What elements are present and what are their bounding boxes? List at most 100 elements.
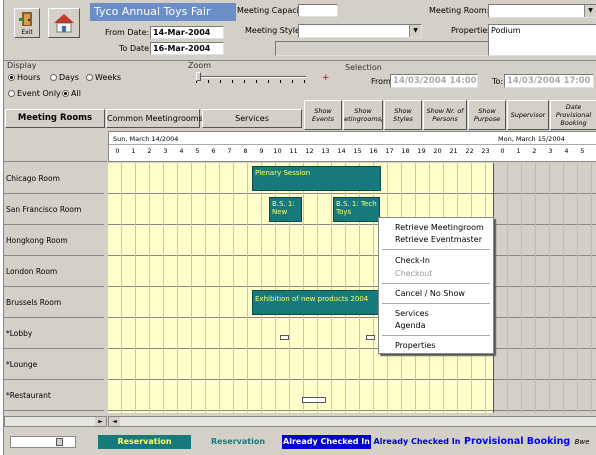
planner-window: Exit Tyco Annual Toys Fair From Date: 14…	[3, 0, 596, 455]
event-bs1-tech-toys[interactable]: B.S. 1: Tech Toys	[333, 197, 380, 222]
hour-label: 7	[227, 147, 232, 155]
event-bs1-new[interactable]: B.S. 1: New	[269, 197, 302, 222]
zoom-in-icon[interactable]: +	[322, 73, 330, 83]
room-row[interactable]: *Lounge	[4, 349, 104, 380]
day-label: Sun, March 14/2004	[113, 135, 179, 143]
chevron-down-icon[interactable]: ▼	[584, 5, 596, 17]
room-row[interactable]: Chicago Room	[4, 163, 104, 194]
hour-label: 5	[580, 147, 585, 155]
menu-item-retrieve-eventmaster[interactable]: Retrieve Eventmaster	[395, 235, 482, 244]
meeting-room-label: Meeting Room:	[429, 6, 490, 15]
zoom-label: Zoom	[188, 61, 212, 70]
hour-label: 0	[115, 147, 120, 155]
room-column-header	[4, 131, 107, 162]
room-row[interactable]: Brussels Room	[4, 287, 104, 318]
event-plenary-session[interactable]: Plenary Session	[252, 166, 381, 191]
menu-item-agenda[interactable]: Agenda	[395, 321, 426, 330]
display-label: Display	[7, 61, 37, 70]
slider-track	[196, 76, 306, 78]
selection-label: Selection	[345, 63, 382, 72]
hour-label: 16	[369, 147, 378, 155]
show-nr-persons-button[interactable]: Show Nr. of Persons	[423, 100, 467, 130]
selection-to-field: 14/03/2004 17:00	[504, 74, 594, 88]
chevron-down-icon[interactable]: ▼	[409, 25, 421, 37]
display-option-days[interactable]: Days	[50, 73, 79, 82]
lobby-marker-icon[interactable]	[366, 335, 375, 340]
date-provisional-booking-button[interactable]: Date Provisional Booking	[550, 100, 596, 130]
room-list-scrollbar[interactable]: ►	[4, 416, 107, 427]
radio-icon	[50, 74, 57, 81]
show-purpose-button[interactable]: Show Purpose	[468, 100, 506, 130]
tab-meeting-rooms[interactable]: Meeting Rooms	[5, 109, 105, 128]
hour-label: 11	[289, 147, 298, 155]
room-row[interactable]: *Restaurant	[4, 380, 104, 411]
menu-item-checkout: Checkout	[395, 269, 433, 278]
hour-label: 3	[163, 147, 168, 155]
exit-label: Exit	[21, 29, 33, 36]
supervisor-button[interactable]: Supervisor	[507, 100, 549, 130]
meeting-notes-field[interactable]	[275, 41, 489, 56]
hour-label: 12	[305, 147, 314, 155]
bottom-slider[interactable]	[10, 436, 76, 448]
menu-item-cancel-no-show[interactable]: Cancel / No Show	[395, 289, 465, 298]
show-styles-button[interactable]: Show Styles	[384, 100, 422, 130]
filter-option-all[interactable]: All	[62, 89, 81, 98]
menu-item-properties[interactable]: Properties	[395, 341, 435, 350]
room-row[interactable]: Hongkong Room	[4, 225, 104, 256]
properties-field[interactable]: Podium	[488, 24, 596, 56]
display-group	[4, 60, 596, 61]
hour-label: 10	[273, 147, 282, 155]
show-meetingrooms-button[interactable]: Show meetingrooms/Ga	[343, 100, 383, 130]
from-date-field[interactable]: 14-Mar-2004	[150, 26, 224, 39]
menu-item-check-in[interactable]: Check-In	[395, 256, 430, 265]
menu-item-services[interactable]: Services	[395, 309, 429, 318]
exit-button[interactable]: Exit	[14, 8, 40, 38]
selection-to-label: To:	[492, 77, 504, 86]
scroll-left-icon[interactable]: ◄	[109, 417, 120, 426]
hour-label: 8	[243, 147, 248, 155]
slider-thumb-icon[interactable]	[56, 438, 63, 446]
hour-label: 3	[548, 147, 553, 155]
meeting-capacity-field[interactable]	[298, 4, 338, 17]
zoom-slider[interactable]	[196, 72, 306, 84]
hour-label: 4	[564, 147, 569, 155]
meeting-room-select[interactable]: ▼	[488, 4, 596, 18]
radio-icon	[8, 74, 15, 81]
room-row[interactable]: *Lobby	[4, 318, 104, 349]
next-day-shade	[494, 163, 596, 413]
exit-door-icon	[19, 12, 32, 26]
event-exhibition[interactable]: Exhibition of new products 2004	[252, 290, 380, 315]
hour-label: 22	[465, 147, 474, 155]
restaurant-marker-icon[interactable]	[302, 397, 326, 403]
day-label: Mon, March 15/2004	[498, 135, 565, 143]
tab-common-meetingrooms[interactable]: Common Meetingrooms	[106, 109, 203, 128]
meeting-style-select[interactable]: ▼	[298, 24, 422, 38]
hour-label: 23	[481, 147, 490, 155]
show-events-button[interactable]: Show Events	[304, 100, 342, 130]
radio-icon	[86, 74, 93, 81]
display-option-hours[interactable]: Hours	[8, 73, 40, 82]
slider-thumb-icon[interactable]	[196, 72, 201, 81]
hour-label: 17	[385, 147, 394, 155]
radio-icon	[62, 90, 69, 97]
home-icon	[54, 14, 74, 33]
menu-item-retrieve-meetingroom[interactable]: Retrieve Meetingroom	[395, 223, 484, 232]
filter-option-event-only[interactable]: Event Only	[8, 89, 61, 98]
scroll-right-icon[interactable]: ►	[95, 417, 106, 426]
lobby-marker-icon[interactable]	[280, 335, 289, 340]
home-button[interactable]	[48, 8, 80, 38]
grid-scrollbar[interactable]: ◄	[108, 416, 596, 427]
display-option-weeks[interactable]: Weeks	[86, 73, 121, 82]
to-date-field[interactable]: 16-Mar-2004	[150, 42, 224, 55]
hour-label: 21	[449, 147, 458, 155]
legend-reservation-plain: Reservation	[210, 437, 266, 446]
meeting-style-label: Meeting Style:	[245, 26, 303, 35]
room-row[interactable]: London Room	[4, 256, 104, 287]
tab-services[interactable]: Services	[202, 109, 302, 128]
room-row[interactable]: San Francisco Room	[4, 194, 104, 225]
legend-checked-in-plain: Already Checked In	[373, 437, 461, 446]
to-date-label: To Date:	[119, 44, 152, 53]
legend-provisional-booking: Provisional Booking	[464, 436, 571, 447]
day-divider	[109, 144, 596, 145]
menu-separator	[382, 283, 490, 284]
